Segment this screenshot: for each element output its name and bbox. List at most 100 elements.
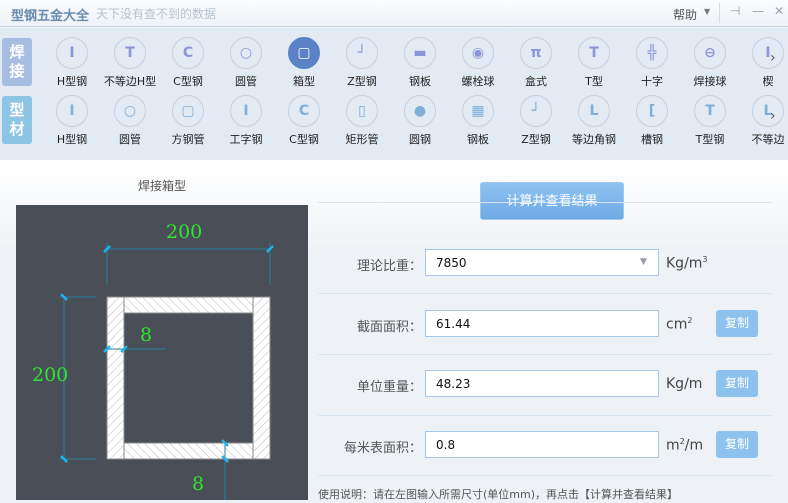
weight-field[interactable]: 48.23	[425, 370, 659, 397]
toolbar-item-weld-0[interactable]: I H型钢	[43, 37, 101, 89]
section-icon: ▬	[404, 37, 436, 69]
flange-thickness-dimension[interactable]: 8	[192, 473, 204, 495]
toolbar-item-label: 不等边H型	[103, 75, 157, 88]
toolbar-item-profile-1[interactable]: ○ 圆管	[101, 95, 159, 147]
section-icon: I	[56, 37, 88, 69]
toolbar-item-profile-7[interactable]: ▦ 钢板	[449, 95, 507, 147]
unit-text: /m	[684, 437, 704, 454]
toolbar-item-weld-6[interactable]: ▬ 钢板	[391, 37, 449, 89]
close-icon[interactable]: ✕	[774, 4, 784, 18]
bottom-flange	[123, 442, 254, 460]
density-unit: Kg/m3	[666, 255, 708, 272]
toolbar-item-weld-5[interactable]: ┘ Z型钢	[333, 37, 391, 89]
toolbar-item-weld-3[interactable]: ○ 圆管	[217, 37, 275, 89]
area-label: 截面面积：	[356, 320, 422, 335]
section-icon: ○	[114, 95, 146, 127]
toolbar-item-label: 钢板	[467, 133, 489, 146]
width-dimension[interactable]: 200	[166, 221, 202, 243]
section-icon: ●	[404, 95, 436, 127]
pin-icon[interactable]: ⊣	[730, 4, 740, 18]
toolbar-item-weld-2[interactable]: C C型钢	[159, 37, 217, 89]
toolbar-item-label: 螺栓球	[461, 75, 495, 88]
section-icon: [	[636, 95, 668, 127]
toolbar-item-label: 焊接球	[693, 75, 727, 88]
minimize-icon[interactable]: —	[752, 4, 764, 18]
section-icon: ▯	[346, 95, 378, 127]
chevron-right-icon[interactable]: ›	[770, 50, 776, 66]
surface-field[interactable]: 0.8	[425, 431, 659, 458]
divider	[318, 354, 772, 355]
surface-label: 每米表面积：	[343, 441, 422, 456]
copy-area-button[interactable]: 复制	[716, 310, 758, 337]
density-select[interactable]: 7850	[425, 249, 659, 276]
toolbar-item-profile-9[interactable]: L 等边角钢	[565, 95, 623, 147]
copy-surface-button[interactable]: 复制	[716, 431, 758, 458]
app-title: 型钢五金大全	[11, 9, 90, 24]
toolbar-item-profile-8[interactable]: ┘ Z型钢	[507, 95, 565, 147]
toolbar-item-weld-10[interactable]: ╬ 十字	[623, 37, 681, 89]
toolbar-item-profile-12[interactable]: L 不等边	[739, 95, 788, 147]
surface-unit: m2/m	[666, 437, 703, 454]
toolbar-item-weld-12[interactable]: I楔	[739, 37, 788, 89]
density-label: 理论比重：	[356, 259, 422, 274]
toolbar-item-label: 十字	[641, 75, 663, 88]
chevron-down-icon[interactable]: ▼	[704, 7, 710, 16]
app-slogan: 天下没有查不到的数据	[96, 7, 217, 21]
calculate-button[interactable]: 计算并查看结果	[480, 182, 624, 220]
toolbar-item-weld-4[interactable]: ▢ 箱型	[275, 37, 333, 89]
section-icon: L	[578, 95, 610, 127]
toolbar-item-label: 圆管	[235, 75, 257, 88]
toolbar-item-profile-5[interactable]: ▯ 矩形管	[333, 95, 391, 147]
top-flange	[123, 296, 254, 314]
toolbar-item-profile-0[interactable]: I H型钢	[43, 95, 101, 147]
toolbar-item-profile-4[interactable]: C C型钢	[275, 95, 333, 147]
panel-title: 焊接箱型	[137, 179, 186, 193]
main-content: 焊接箱型 200 200 8 8 计算并查看结果 理论比重： 7850 ▼ Kg…	[0, 160, 788, 501]
toolbar-item-profile-3[interactable]: I 工字钢	[217, 95, 275, 147]
toolbar-item-label: 楔	[762, 75, 774, 88]
category-toolbar: 焊 接 型 材 I H型钢 T 不等边H型 C C型钢 ○ 圆管 ▢ 箱型 ┘ Z型钢 ▬ 钢板 ◉ 螺栓球 π…	[0, 28, 788, 160]
title-bar: 型钢五金大全 天下没有查不到的数据 帮助 ▼ ⊣ — ✕	[0, 0, 788, 27]
section-icon: C	[288, 95, 320, 127]
divider	[318, 293, 772, 294]
unit-text: m	[666, 437, 680, 454]
toolbar-item-weld-9[interactable]: T T型	[565, 37, 623, 89]
tab-profile[interactable]: 型 材	[2, 96, 32, 144]
unit-text: cm	[666, 316, 688, 333]
divider	[719, 3, 720, 23]
toolbar-item-profile-6[interactable]: ● 圆钢	[391, 95, 449, 147]
web-thickness-dimension[interactable]: 8	[140, 324, 152, 346]
right-web	[252, 296, 271, 460]
toolbar-item-weld-1[interactable]: T 不等边H型	[101, 37, 159, 89]
toolbar-item-label: 槽钢	[641, 133, 663, 146]
toolbar-item-label: 圆管	[119, 133, 141, 146]
divider	[318, 202, 772, 203]
toolbar-item-profile-11[interactable]: T T型钢	[681, 95, 739, 147]
toolbar-item-weld-8[interactable]: π 盒式	[507, 37, 565, 89]
chevron-right-icon[interactable]: ›	[770, 108, 776, 124]
tab-weld[interactable]: 焊 接	[2, 38, 32, 86]
section-icon: T	[114, 37, 146, 69]
unit-text: Kg/m	[666, 255, 703, 272]
section-icon: ○	[230, 37, 262, 69]
copy-weight-button[interactable]: 复制	[716, 370, 758, 397]
toolbar-item-label: T型钢	[695, 133, 725, 146]
section-icon: ⊖	[694, 37, 726, 69]
height-dimension[interactable]: 200	[32, 364, 68, 386]
toolbar-item-weld-11[interactable]: ⊖ 焊接球	[681, 37, 739, 89]
left-web	[106, 296, 125, 460]
divider	[318, 475, 772, 476]
chevron-down-icon[interactable]: ▼	[640, 257, 647, 267]
toolbar-item-label: Z型钢	[347, 75, 377, 88]
toolbar-item-label: 等边角钢	[572, 133, 616, 146]
section-icon: I	[56, 95, 88, 127]
toolbar-item-label: C型钢	[173, 75, 203, 88]
toolbar-item-weld-7[interactable]: ◉ 螺栓球	[449, 37, 507, 89]
area-field[interactable]: 61.44	[425, 310, 659, 337]
toolbar-item-label: 箱型	[293, 75, 315, 88]
toolbar-item-profile-10[interactable]: [ 槽钢	[623, 95, 681, 147]
help-menu[interactable]: 帮助	[673, 6, 697, 23]
toolbar-item-profile-2[interactable]: ▢ 方钢管	[159, 95, 217, 147]
section-icon: T	[694, 95, 726, 127]
toolbar-item-label: T型	[585, 75, 603, 88]
